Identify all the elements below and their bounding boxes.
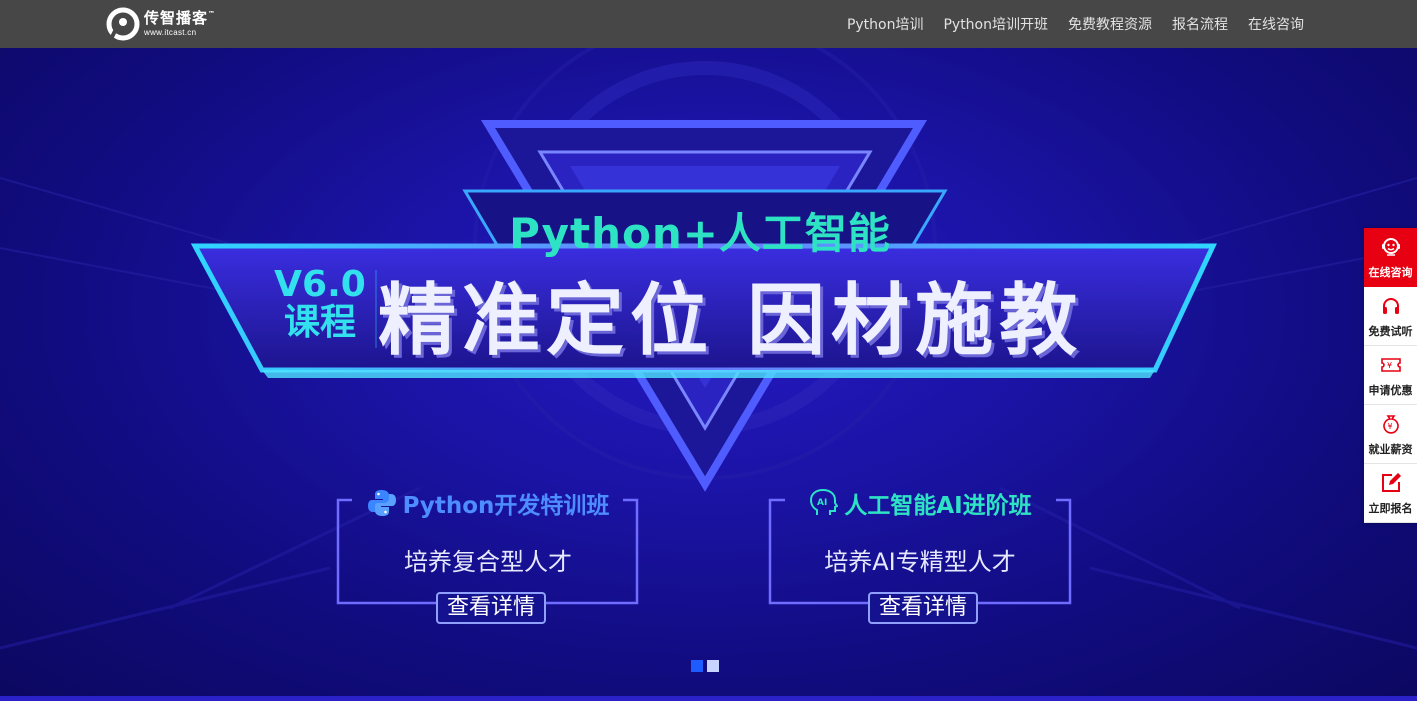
customer-service-icon	[1381, 238, 1400, 256]
carousel-indicators	[691, 660, 723, 672]
brand-domain: www.itcast.cn	[144, 28, 197, 37]
sidebar-item-label: 就业薪资	[1368, 442, 1413, 456]
course-card-desc: 培养AI专精型人才	[824, 548, 1016, 576]
top-navigation-bar: 传智播客™ www.itcast.cn Python培训 Python培训开班 …	[0, 0, 1417, 48]
sidebar-item-register[interactable]: 立即报名	[1364, 464, 1417, 523]
course-card-python: Python开发特训班 培养复合型人才 查看详情	[338, 490, 638, 624]
main-nav: Python培训 Python培训开班 免费教程资源 报名流程 在线咨询	[827, 0, 1304, 48]
hero-version-badge: V6.0 课程	[268, 266, 372, 342]
sidebar-item-online-consult[interactable]: 在线咨询	[1364, 228, 1417, 287]
brand-text: 传智播客™ www.itcast.cn	[144, 11, 216, 37]
ai-head-icon: AI	[810, 488, 839, 515]
sidebar-item-label: 免费试听	[1368, 324, 1413, 338]
coupon-icon: ¥	[1380, 357, 1401, 372]
course-card-title-text: Python开发特训班	[402, 493, 610, 519]
course-card-title: AI 人工智能AI进阶班	[770, 486, 1070, 520]
svg-text:¥: ¥	[1387, 422, 1392, 431]
view-details-button[interactable]: 查看详情	[868, 592, 978, 624]
hero-subtitle: Python+人工智能	[509, 209, 891, 258]
course-card-desc: 培养复合型人才	[404, 548, 572, 576]
view-details-button[interactable]: 查看详情	[436, 592, 546, 624]
sidebar-item-discount[interactable]: ¥ 申请优惠	[1364, 346, 1417, 405]
sidebar-item-label: 申请优惠	[1368, 383, 1413, 397]
hero-banner[interactable]: Python+人工智能 V6.0 课程 精准定位 因材施教 Python开发特训…	[0, 48, 1417, 701]
version-suffix: 课程	[283, 301, 356, 343]
carousel-dot-2[interactable]	[707, 660, 719, 672]
nav-link-free-resources[interactable]: 免费教程资源	[1068, 14, 1152, 34]
course-card-title: Python开发特训班	[338, 486, 638, 520]
hero-background-graphic	[0, 48, 1417, 701]
brand-name: 传智播客™	[144, 9, 217, 27]
edit-icon	[1381, 472, 1401, 492]
sidebar-item-label: 在线咨询	[1368, 266, 1413, 279]
hero-title: 精准定位 因材施教	[378, 276, 1084, 366]
course-card-ai: AI 人工智能AI进阶班 培养AI专精型人才 查看详情	[770, 488, 1070, 624]
version-number: V6.0	[274, 264, 366, 305]
sidebar-item-label: 立即报名	[1368, 501, 1413, 515]
nav-link-enrollment-process[interactable]: 报名流程	[1172, 14, 1228, 34]
itcast-logo-icon	[106, 7, 140, 41]
python-icon	[367, 490, 396, 516]
course-card-title-text: 人工智能AI进阶班	[844, 493, 1032, 519]
nav-link-python-training[interactable]: Python培训	[847, 14, 924, 34]
svg-text:AI: AI	[817, 498, 827, 508]
sidebar-item-free-trial[interactable]: 免费试听	[1364, 287, 1417, 346]
floating-side-toolbar: 在线咨询 免费试听 ¥ 申请优惠 ¥ 就业薪资 立即报名	[1364, 228, 1417, 523]
carousel-dot-1[interactable]	[691, 660, 703, 672]
svg-text:¥: ¥	[1387, 361, 1392, 370]
nav-link-class-schedule[interactable]: Python培训开班	[943, 14, 1048, 34]
nav-link-online-consult[interactable]: 在线咨询	[1248, 14, 1304, 34]
brand-logo[interactable]: 传智播客™ www.itcast.cn	[106, 6, 226, 42]
headphones-icon	[1382, 297, 1399, 314]
money-bag-icon: ¥	[1382, 414, 1399, 434]
sidebar-item-salary[interactable]: ¥ 就业薪资	[1364, 405, 1417, 464]
